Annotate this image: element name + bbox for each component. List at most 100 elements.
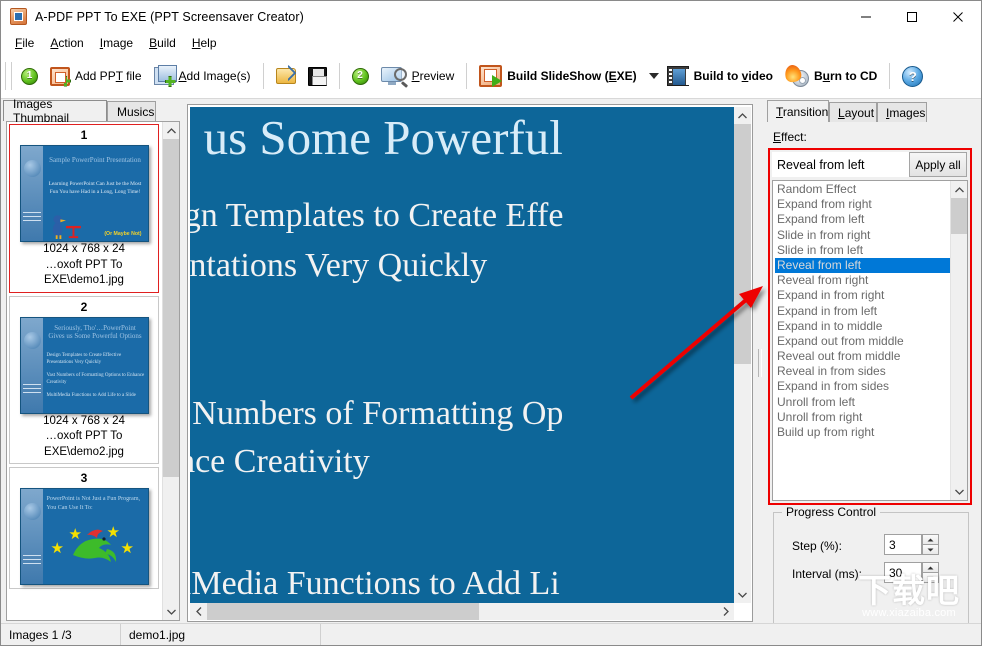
number-one-icon: 1 [21, 68, 38, 85]
menu-item-action[interactable]: Action [42, 34, 91, 52]
thumbnail-number: 3 [10, 471, 158, 485]
list-item[interactable]: Slide in from right [775, 228, 950, 243]
list-item[interactable]: Unroll from left [775, 395, 950, 410]
help-button[interactable]: ? [896, 57, 929, 95]
interval-label: Interval (ms): [792, 567, 862, 581]
window-title: A-PDF PPT To EXE (PPT Screensaver Creato… [35, 10, 304, 24]
preview-button[interactable]: Preview [375, 57, 461, 95]
build-to-video-button[interactable]: Build to video [661, 57, 779, 95]
slide-2-bullet-1: Design Templates to Create Effective Pre… [47, 352, 145, 367]
tab-musics[interactable]: Musics [107, 101, 156, 121]
list-item[interactable]: Expand from right [775, 197, 950, 212]
exe-build-icon [479, 65, 502, 87]
scroll-left-icon[interactable] [190, 603, 207, 620]
step-spin-buttons[interactable] [922, 534, 939, 555]
panel-splitter[interactable] [755, 104, 763, 622]
build-slideshow-dropdown-icon[interactable] [649, 73, 659, 79]
list-item[interactable]: Build up from right [775, 425, 950, 440]
list-item[interactable]: Expand in from right [775, 288, 950, 303]
tab-images-thumbnail[interactable]: Images Thumbnail [3, 100, 107, 121]
thumbnail-number: 1 [10, 128, 158, 142]
list-item[interactable]: Expand in to middle [775, 319, 950, 334]
close-icon[interactable] [935, 1, 981, 32]
effect-highlight-box: Reveal from left Apply all Random Effect… [768, 148, 972, 505]
toolbar-separator-4 [889, 63, 890, 89]
preview-vertical-scroll-thumb[interactable] [734, 124, 751, 364]
scroll-up-icon[interactable] [734, 107, 751, 124]
effect-label: Effect: [773, 130, 807, 144]
floppy-save-icon [308, 67, 327, 86]
effect-selected-value[interactable]: Reveal from left [772, 152, 909, 177]
toolbar-grip[interactable] [5, 62, 12, 90]
effect-list[interactable]: Random Effect Expand from right Expand f… [772, 180, 968, 501]
menu-item-file[interactable]: File [7, 34, 42, 52]
interval-spin-up-icon[interactable] [922, 562, 939, 573]
thumbnail-dimensions: 1024 x 768 x 24 [10, 414, 158, 430]
effect-list-scrollbar[interactable] [950, 181, 967, 500]
step-stepper[interactable]: 3 [884, 534, 939, 555]
step-spin-down-icon[interactable] [922, 545, 939, 555]
build-slideshow-button[interactable]: Build SlideShow (EXE) [473, 57, 642, 95]
list-item[interactable]: Reveal from right [775, 273, 950, 288]
progress-control-title: Progress Control [782, 505, 880, 519]
preview-horizontal-scrollbar[interactable] [190, 603, 734, 620]
question-mark-icon: ? [902, 66, 923, 87]
thumbnail-scroll-track[interactable] [163, 139, 180, 603]
scroll-down-icon[interactable] [734, 586, 751, 603]
interval-spin-down-icon[interactable] [922, 573, 939, 583]
tab-transition[interactable]: Transition [767, 100, 829, 122]
scroll-down-icon[interactable] [951, 483, 968, 500]
list-item[interactable]: Expand from left [775, 212, 950, 227]
interval-stepper[interactable]: 30 [884, 562, 939, 583]
slide-preview-3: PowerPoint is Not Just a Fun Program, Yo… [20, 488, 149, 585]
menu-item-build[interactable]: Build [141, 34, 184, 52]
minimize-icon[interactable] [843, 1, 889, 32]
status-images-count: Images 1 /3 [1, 624, 121, 646]
step-input[interactable]: 3 [884, 534, 922, 555]
list-item[interactable]: Expand in from sides [775, 379, 950, 394]
thumbnail-scroll-thumb[interactable] [163, 139, 180, 477]
list-item[interactable]: Expand out from middle [775, 334, 950, 349]
list-item[interactable]: Reveal out from middle [775, 349, 950, 364]
preview-line-3: ast Numbers of Formatting Op [190, 395, 563, 433]
preview-horizontal-scroll-thumb[interactable] [207, 603, 479, 620]
list-item[interactable]: Slide in from left [775, 243, 950, 258]
slide-preview-viewport[interactable]: ves us Some Powerful esign Templates to … [190, 107, 734, 603]
list-item[interactable]: Unroll from right [775, 410, 950, 425]
burn-to-cd-button[interactable]: Burn to CD [779, 57, 883, 95]
preview-label: Preview [412, 69, 455, 83]
scroll-up-icon[interactable] [951, 181, 968, 198]
effect-list-scroll-thumb[interactable] [951, 198, 968, 234]
open-project-button[interactable] [270, 57, 302, 95]
add-ppt-file-button[interactable]: Add PPT file [44, 57, 148, 95]
toolbar-separator-3 [466, 63, 467, 89]
list-item[interactable]: Random Effect [775, 182, 950, 197]
menu-item-image[interactable]: Image [92, 34, 141, 52]
list-item-selected[interactable]: Reveal from left [775, 258, 950, 273]
slide-1-body: Learning PowerPoint Can Just be the Most… [47, 180, 144, 196]
maximize-icon[interactable] [889, 1, 935, 32]
interval-spin-buttons[interactable] [922, 562, 939, 583]
slide-2-title: Seriously, Tho'…PowerPoint Gives us Some… [47, 324, 144, 342]
scroll-right-icon[interactable] [717, 603, 734, 620]
status-bar: Images 1 /3 demo1.jpg [1, 623, 981, 645]
apply-all-button[interactable]: Apply all [909, 152, 967, 177]
list-item[interactable]: Reveal in from sides [775, 364, 950, 379]
interval-input[interactable]: 30 [884, 562, 922, 583]
tab-images[interactable]: Images [877, 102, 927, 122]
list-item[interactable]: Expand in from left [775, 304, 950, 319]
add-images-button[interactable]: Add Image(s) [148, 57, 257, 95]
preview-vertical-scrollbar[interactable] [734, 107, 751, 603]
scroll-up-icon[interactable] [163, 122, 180, 139]
list-item[interactable]: 3 PowerPoint is Not Just a Fun Program, … [9, 467, 159, 589]
menu-item-help[interactable]: Help [184, 34, 225, 52]
effect-list-items: Random Effect Expand from right Expand f… [773, 181, 950, 500]
save-project-button[interactable] [302, 57, 333, 95]
scroll-down-icon[interactable] [163, 603, 180, 620]
list-item[interactable]: 2 Seriously, Tho'…PowerPoint Gives us So… [9, 296, 159, 465]
list-item[interactable]: 1 Sample PowerPoint Presentation Learnin… [9, 124, 159, 293]
left-tabstrip: Images Thumbnail Musics [3, 100, 183, 121]
step-spin-up-icon[interactable] [922, 534, 939, 545]
thumbnail-scrollbar[interactable] [162, 122, 179, 620]
tab-layout[interactable]: Layout [829, 102, 877, 122]
